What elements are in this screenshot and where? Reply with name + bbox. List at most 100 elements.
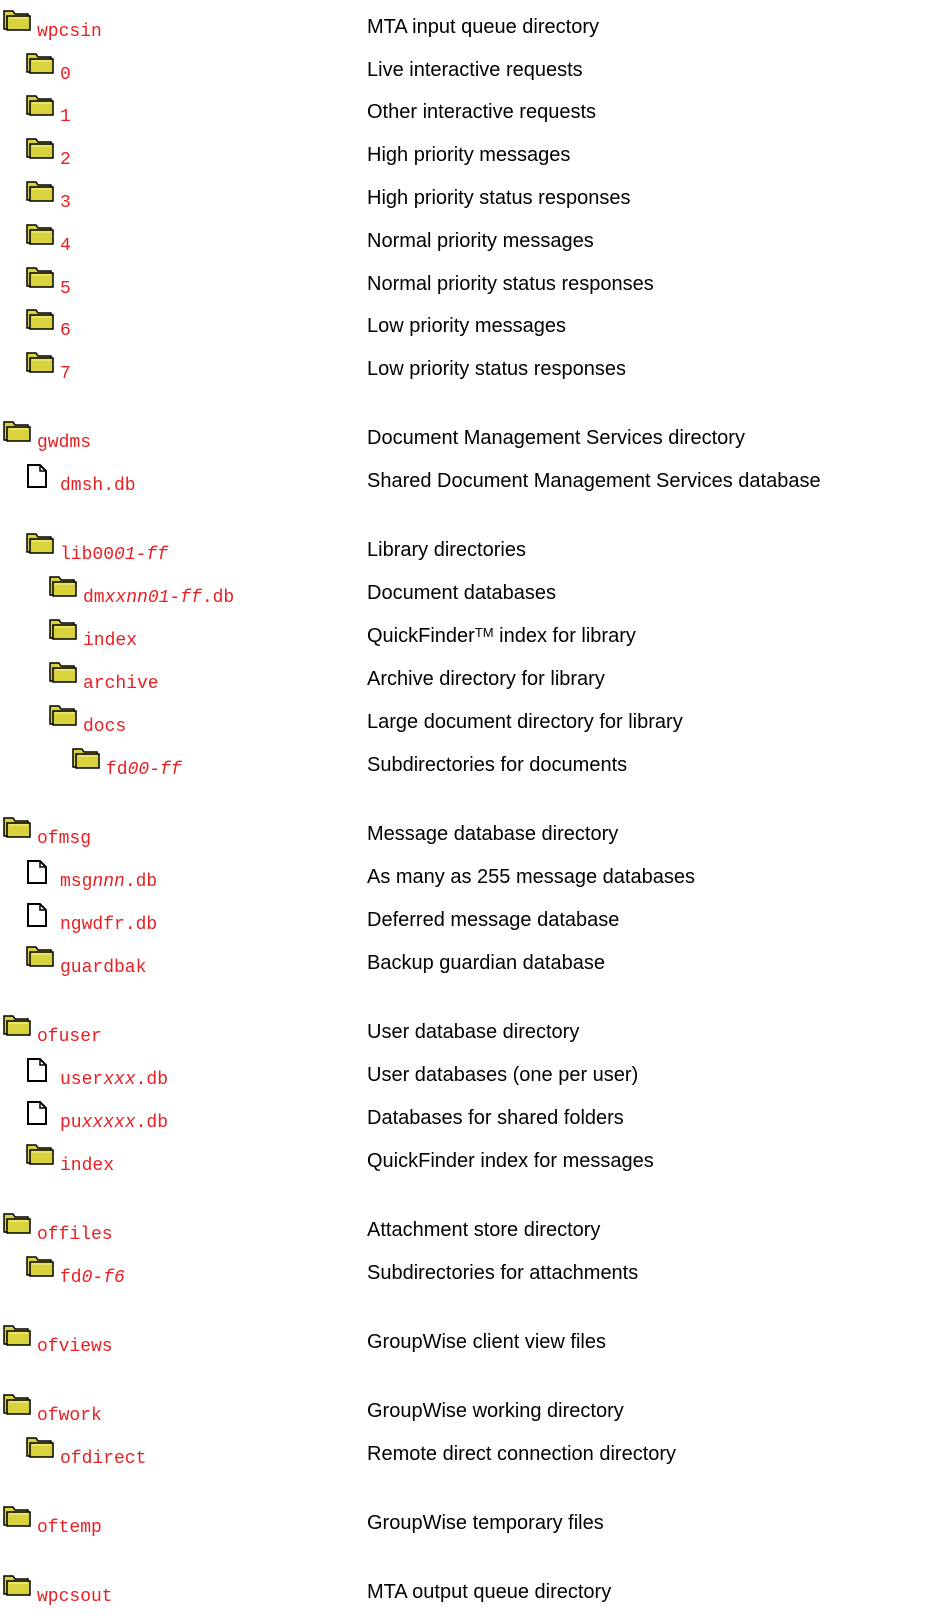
entry-name: 4: [60, 235, 71, 257]
description-text: Other interactive requests: [367, 101, 596, 123]
description-text: GroupWise client view files: [367, 1331, 606, 1353]
entry-description: As many as 255 message databases: [367, 865, 695, 889]
literal-part: fd: [106, 760, 128, 780]
tree-row-ofviews: ofviews GroupWise client view files: [0, 1322, 928, 1362]
folder-icon: [49, 659, 77, 683]
folder-icon: [26, 943, 54, 967]
literal-part: 1: [60, 107, 71, 127]
entry-description: QuickFinder index for messages: [367, 1149, 654, 1173]
entry-name: ofviews: [37, 1336, 113, 1358]
tree-row-ofuser: ofuser User database directory: [0, 1012, 928, 1052]
description-text: MTA input queue directory: [367, 16, 599, 38]
folder-icon: [49, 702, 77, 726]
folder-icon: [26, 178, 54, 202]
entry-description: Archive directory for library: [367, 667, 605, 691]
folder-icon: [26, 1141, 54, 1165]
folder-icon: [26, 221, 54, 245]
folder-icon: [3, 1572, 31, 1596]
folder-icon: [26, 50, 54, 74]
entry-description: Live interactive requests: [367, 58, 583, 82]
description-text: Message database directory: [367, 823, 619, 845]
entry-name: 5: [60, 278, 71, 300]
folder-icon: [26, 306, 54, 330]
description-text: GroupWise working directory: [367, 1400, 624, 1422]
entry-description: GroupWise working directory: [367, 1399, 624, 1423]
description-text: Backup guardian database: [367, 952, 605, 974]
tree-row-index: index QuickFinder index for messages: [0, 1141, 928, 1181]
entry-description: Remote direct connection directory: [367, 1442, 676, 1466]
entry-description: GroupWise client view files: [367, 1330, 606, 1354]
entry-name: archive: [83, 673, 159, 695]
tree-row-dmsh-db: dmsh.db Shared Document Management Servic…: [0, 461, 928, 501]
literal-part: 3: [60, 193, 71, 213]
file-icon: [26, 1100, 50, 1126]
tree-row-4: 4 Normal priority messages: [0, 221, 928, 261]
description-text: Subdirectories for attachments: [367, 1262, 639, 1284]
tree-row-7: 7 Low priority status responses: [0, 349, 928, 389]
entry-name: 2: [60, 149, 71, 171]
literal-part: 6: [60, 321, 71, 341]
description-text: GroupWise temporary files: [367, 1512, 604, 1534]
entry-description: Normal priority messages: [367, 229, 594, 253]
literal-part: ofuser: [37, 1027, 102, 1047]
tree-row-5: 5 Normal priority status responses: [0, 264, 928, 304]
description-text: Normal priority messages: [367, 230, 594, 252]
literal-part: 4: [60, 236, 71, 256]
entry-name: 3: [60, 192, 71, 214]
description-text: Remote direct connection directory: [367, 1443, 677, 1465]
tree-row-fd00-ff: fd00-ff Subdirectories for documents: [0, 745, 928, 785]
literal-part: wpcsout: [37, 1587, 113, 1607]
entry-description: GroupWise temporary files: [367, 1511, 604, 1535]
literal-part: index: [60, 1156, 115, 1176]
description-text: QuickFinder: [367, 625, 475, 647]
trademark-mark: TM: [474, 625, 494, 640]
entry-name: guardbak: [60, 957, 146, 979]
entry-name: lib0001-ff: [60, 544, 168, 566]
description-text: Deferred message database: [367, 909, 620, 931]
tree-row-ofwork: ofwork GroupWise working directory: [0, 1391, 928, 1431]
tree-row-2: 2 High priority messages: [0, 135, 928, 175]
entry-name: docs: [83, 716, 126, 738]
literal-part: user: [60, 1070, 104, 1090]
tree-row-dmxxnn01-ff-db: dmxxnn01-ff.db Document databases: [0, 573, 928, 613]
tree-row-docs: docs Large document directory for library: [0, 702, 928, 742]
entry-description: Normal priority status responses: [367, 272, 654, 296]
file-icon: [26, 859, 50, 885]
literal-part: .db: [201, 588, 235, 608]
entry-name: userxxx.db: [60, 1069, 168, 1091]
description-text: Shared Document Management Services data…: [367, 470, 821, 492]
variable-part: 0-f6: [81, 1268, 125, 1288]
tree-row-ofmsg: ofmsg Message database directory: [0, 814, 928, 854]
literal-part: guardbak: [60, 958, 147, 978]
entry-description: Databases for shared folders: [367, 1106, 624, 1130]
tree-row-lib0001-ff: lib0001-ff Library directories: [0, 530, 928, 570]
literal-part: docs: [83, 717, 127, 737]
literal-part: fd: [60, 1268, 82, 1288]
entry-name: gwdms: [37, 432, 91, 454]
entry-name: 1: [60, 106, 71, 128]
variable-part: xxnn01-ff: [104, 588, 202, 608]
entry-description: Deferred message database: [367, 908, 619, 932]
folder-icon: [3, 1322, 31, 1346]
description-text: High priority messages: [367, 144, 571, 166]
literal-part: ngwdfr.db: [60, 915, 158, 935]
entry-name: ofuser: [37, 1026, 102, 1048]
tree-row-3: 3 High priority status responses: [0, 178, 928, 218]
folder-icon: [26, 1434, 54, 1458]
folder-icon: [26, 264, 54, 288]
description-text: Normal priority status responses: [367, 273, 654, 295]
folder-icon: [3, 814, 31, 838]
tree-row-0: 0 Live interactive requests: [0, 50, 928, 90]
tree-row-archive: archive Archive directory for library: [0, 659, 928, 699]
entry-name: 6: [60, 320, 71, 342]
literal-part: lib00: [60, 545, 115, 565]
folder-icon: [3, 418, 31, 442]
entry-name: index: [60, 1155, 114, 1177]
literal-part: 2: [60, 150, 71, 170]
file-icon: [26, 463, 50, 489]
literal-part: gwdms: [37, 433, 92, 453]
folder-icon: [26, 135, 54, 159]
tree-row-ngwdfr-db: ngwdfr.db Deferred message database: [0, 900, 928, 940]
literal-part: wpcsin: [37, 22, 102, 42]
entry-description: Document Management Services directory: [367, 426, 745, 450]
